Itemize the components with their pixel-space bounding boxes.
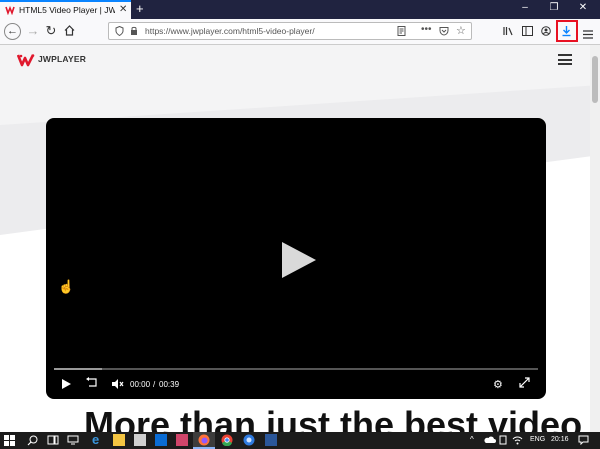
menu-line xyxy=(558,58,572,61)
mute-icon[interactable] xyxy=(112,379,124,389)
chrome-icon[interactable] xyxy=(221,434,233,446)
reader-view-icon[interactable] xyxy=(397,26,406,36)
onedrive-icon[interactable] xyxy=(484,436,496,444)
hamburger-menu-icon xyxy=(583,30,593,39)
wifi-icon[interactable] xyxy=(512,435,523,445)
windows-start-icon[interactable] xyxy=(4,435,15,446)
time-elapsed: 00:00 xyxy=(130,380,151,389)
minimize-button[interactable]: – xyxy=(515,2,535,13)
tab-close-icon[interactable]: ✕ xyxy=(119,4,127,15)
restore-button[interactable]: ❐ xyxy=(544,2,564,13)
tray-chevron-icon[interactable]: ^ xyxy=(470,435,474,444)
url-bar[interactable]: https://www.jwplayer.com/html5-video-pla… xyxy=(108,22,472,40)
library-icon[interactable] xyxy=(503,26,514,36)
pocket-icon[interactable] xyxy=(439,26,449,36)
logo-wordmark[interactable]: JWPLAYER xyxy=(38,54,86,64)
reload-button[interactable]: ↻ xyxy=(42,22,60,40)
forward-button[interactable]: → xyxy=(24,22,42,40)
edge-browser-icon[interactable]: e xyxy=(92,432,99,447)
menu-line xyxy=(558,63,572,65)
download-button-highlight xyxy=(556,20,578,42)
battery-icon[interactable] xyxy=(498,435,508,445)
page-scrollbar[interactable] xyxy=(590,45,600,432)
new-tab-button[interactable]: + xyxy=(136,1,144,16)
buffered-progress xyxy=(54,368,103,370)
big-play-icon[interactable] xyxy=(280,240,318,280)
home-button[interactable] xyxy=(60,22,78,40)
jwplayer-logo-icon xyxy=(17,54,35,67)
input-language[interactable]: ENG xyxy=(530,436,545,443)
back-button[interactable]: ← xyxy=(4,23,21,40)
media-player-icon[interactable] xyxy=(176,434,188,446)
mail-icon[interactable] xyxy=(155,434,167,446)
app-menu-button[interactable] xyxy=(583,26,593,44)
file-explorer-icon[interactable] xyxy=(113,434,125,446)
desktop-icon[interactable] xyxy=(67,435,79,445)
task-view-icon[interactable] xyxy=(47,435,59,445)
windows-taskbar: e ^ xyxy=(0,432,600,449)
close-window-button[interactable]: ✕ xyxy=(573,2,593,13)
home-icon xyxy=(64,25,74,36)
browser-tab[interactable]: HTML5 Video Player | JW Player ✕ xyxy=(0,0,131,19)
fullscreen-icon[interactable] xyxy=(519,377,530,388)
clock[interactable]: 20:16 xyxy=(551,436,569,443)
url-text: https://www.jwplayer.com/html5-video-pla… xyxy=(145,26,315,36)
bookmark-star-icon[interactable]: ☆ xyxy=(456,24,466,37)
page-actions-icon[interactable]: ••• xyxy=(421,24,432,35)
settings-gear-icon[interactable]: ⚙ xyxy=(493,378,503,391)
word-icon[interactable] xyxy=(265,434,277,446)
video-progress-bar[interactable] xyxy=(54,368,538,370)
menu-line xyxy=(558,54,572,56)
notifications-icon[interactable] xyxy=(578,435,589,445)
search-icon[interactable] xyxy=(27,435,38,446)
back-arrow-icon: ← xyxy=(7,25,18,37)
forward-arrow-icon: → xyxy=(26,23,40,38)
tab-title: HTML5 Video Player | JW Player xyxy=(19,5,115,15)
time-separator: / xyxy=(153,380,156,389)
site-menu-button[interactable] xyxy=(558,54,572,65)
hand-cursor-icon: ☝ xyxy=(58,279,75,294)
video-player[interactable]: 00:00 / 00:39 ⚙ xyxy=(46,118,546,399)
jwplayer-favicon-icon xyxy=(5,5,15,15)
play-icon[interactable] xyxy=(62,379,71,389)
firefox-icon[interactable] xyxy=(198,434,210,446)
time-duration: 00:39 xyxy=(159,380,180,389)
lock-icon xyxy=(131,26,137,35)
browser-app-icon[interactable] xyxy=(243,434,255,446)
tracking-shield-icon xyxy=(115,26,124,36)
store-icon[interactable] xyxy=(134,434,146,446)
sidebar-icon[interactable] xyxy=(522,26,533,36)
rewind-10-icon[interactable] xyxy=(86,377,98,388)
browser-navbar: ← → ↻ https://www.jwplayer.com/html5-vid… xyxy=(0,19,600,45)
scrollbar-thumb[interactable] xyxy=(592,56,598,103)
account-icon[interactable] xyxy=(541,26,551,36)
reload-icon: ↻ xyxy=(45,23,57,38)
browser-titlebar: HTML5 Video Player | JW Player ✕ + – ❐ ✕ xyxy=(0,0,600,19)
